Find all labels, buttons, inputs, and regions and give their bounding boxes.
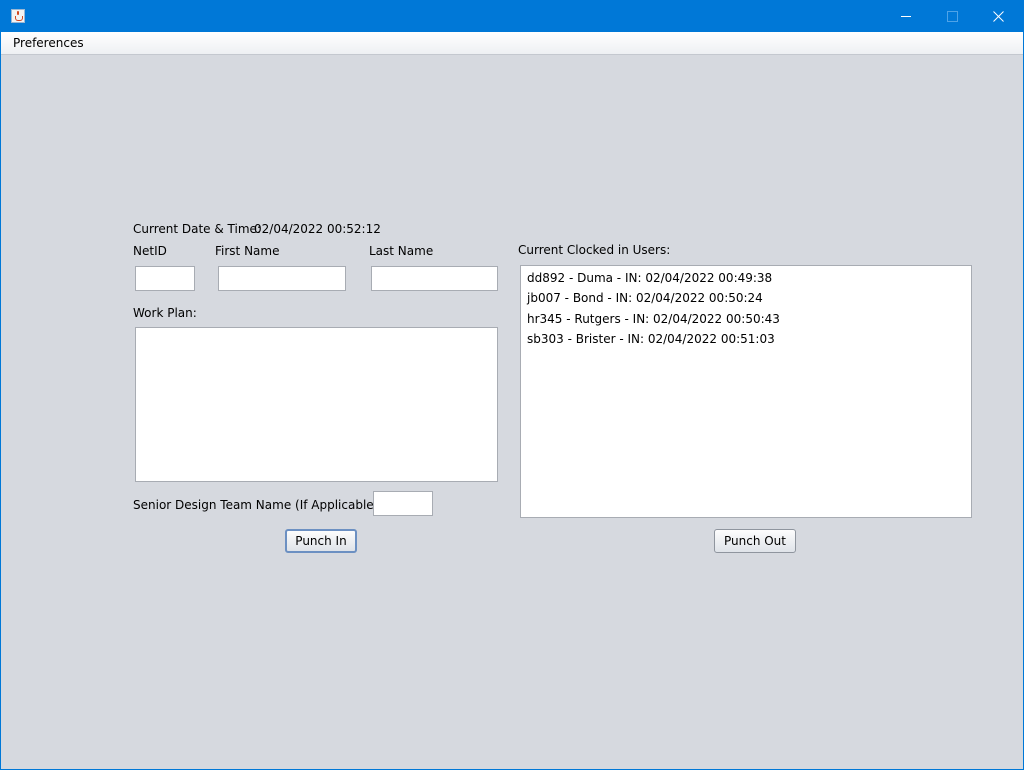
list-item[interactable]: dd892 - Duma - IN: 02/04/2022 00:49:38 bbox=[527, 271, 772, 285]
cup-mark bbox=[15, 16, 23, 21]
last-name-label: Last Name bbox=[369, 244, 434, 258]
team-name-field[interactable] bbox=[373, 491, 433, 516]
list-item[interactable]: jb007 - Bond - IN: 02/04/2022 00:50:24 bbox=[527, 291, 763, 305]
close-button[interactable] bbox=[975, 1, 1021, 32]
maximize-button[interactable] bbox=[929, 1, 975, 32]
last-name-field[interactable] bbox=[371, 266, 498, 291]
clocked-users-list[interactable]: dd892 - Duma - IN: 02/04/2022 00:49:38 j… bbox=[520, 265, 972, 518]
list-item[interactable]: sb303 - Brister - IN: 02/04/2022 00:51:0… bbox=[527, 332, 775, 346]
team-name-label: Senior Design Team Name (If Applicable): bbox=[133, 498, 383, 512]
minimize-button[interactable] bbox=[883, 1, 929, 32]
clocked-users-label: Current Clocked in Users: bbox=[518, 243, 671, 257]
punch-in-button[interactable]: Punch In bbox=[285, 529, 357, 553]
datetime-label: Current Date & Time: bbox=[133, 222, 261, 236]
netid-field[interactable] bbox=[135, 266, 195, 291]
menu-bar: Preferences bbox=[1, 32, 1023, 55]
title-bar[interactable] bbox=[1, 1, 1023, 32]
netid-label: NetID bbox=[133, 244, 167, 258]
datetime-value: 02/04/2022 00:52:12 bbox=[254, 222, 381, 236]
punch-out-button[interactable]: Punch Out bbox=[714, 529, 796, 553]
java-app-icon[interactable] bbox=[11, 9, 25, 23]
menu-preferences[interactable]: Preferences bbox=[13, 36, 84, 50]
work-plan-label: Work Plan: bbox=[133, 306, 197, 320]
list-item[interactable]: hr345 - Rutgers - IN: 02/04/2022 00:50:4… bbox=[527, 312, 780, 326]
minimize-icon bbox=[901, 16, 911, 17]
first-name-label: First Name bbox=[215, 244, 280, 258]
app-window: Preferences Current Date & Time: 02/04/2… bbox=[0, 0, 1024, 770]
close-icon bbox=[993, 11, 1004, 22]
first-name-field[interactable] bbox=[218, 266, 346, 291]
maximize-icon bbox=[947, 11, 958, 22]
work-plan-textarea[interactable] bbox=[135, 327, 498, 482]
steam-mark bbox=[17, 11, 19, 15]
